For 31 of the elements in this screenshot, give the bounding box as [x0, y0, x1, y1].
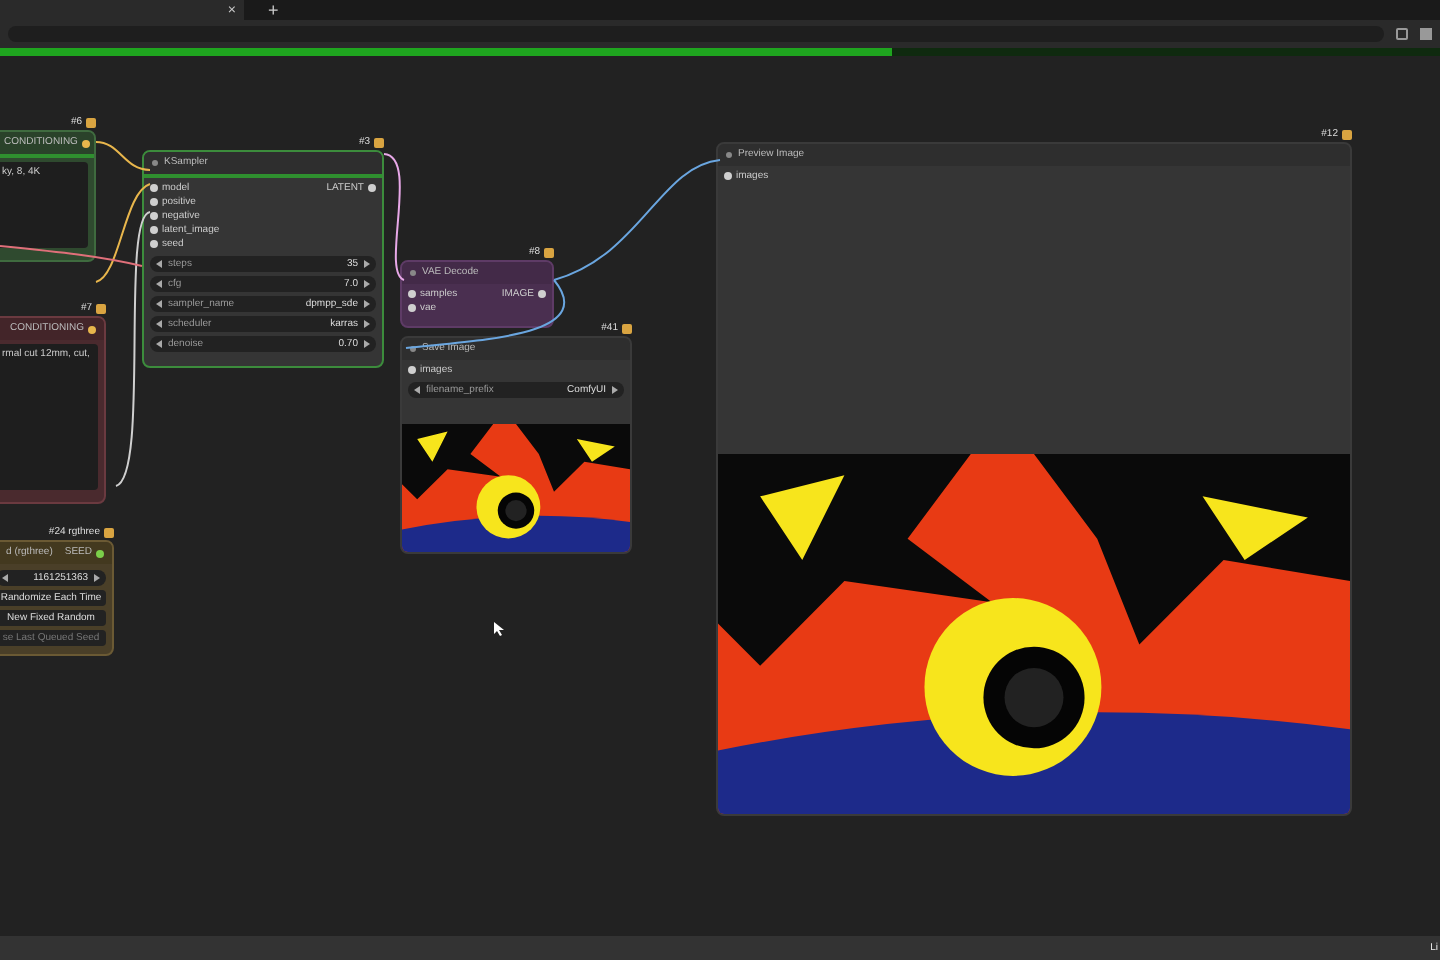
node-info-icon[interactable]	[86, 117, 96, 127]
decrement-arrow-icon[interactable]	[156, 300, 162, 308]
increment-arrow-icon[interactable]	[364, 260, 370, 268]
output-socket-icon[interactable]	[88, 325, 96, 333]
decrement-arrow-icon[interactable]	[414, 386, 420, 394]
decrement-arrow-icon[interactable]	[156, 340, 162, 348]
output-socket-icon[interactable]	[81, 139, 90, 147]
increment-arrow-icon[interactable]	[94, 574, 100, 582]
input-socket-icon[interactable]	[408, 366, 416, 374]
node-info-icon[interactable]	[622, 323, 632, 333]
increment-arrow-icon[interactable]	[364, 280, 370, 288]
increment-arrow-icon[interactable]	[364, 300, 370, 308]
decrement-arrow-icon[interactable]	[2, 574, 8, 582]
node-info-icon[interactable]	[104, 527, 114, 537]
wire	[95, 141, 151, 171]
node-info-icon[interactable]	[96, 303, 106, 313]
increment-arrow-icon[interactable]	[364, 320, 370, 328]
node-info-icon[interactable]	[1342, 129, 1352, 139]
output-socket-icon[interactable]	[96, 549, 104, 557]
output-socket-icon[interactable]	[538, 290, 546, 298]
decrement-arrow-icon[interactable]	[156, 320, 162, 328]
decrement-arrow-icon[interactable]	[156, 280, 162, 288]
increment-arrow-icon[interactable]	[364, 340, 370, 348]
node-info-icon[interactable]	[544, 247, 554, 257]
increment-arrow-icon[interactable]	[612, 386, 618, 394]
new-tab-button[interactable]: +	[268, 2, 279, 20]
decrement-arrow-icon[interactable]	[156, 260, 162, 268]
node-info-icon[interactable]	[374, 137, 384, 147]
input-socket-icon[interactable]	[724, 172, 732, 180]
output-socket-icon[interactable]	[368, 184, 376, 192]
mouse-cursor-icon	[494, 622, 504, 636]
